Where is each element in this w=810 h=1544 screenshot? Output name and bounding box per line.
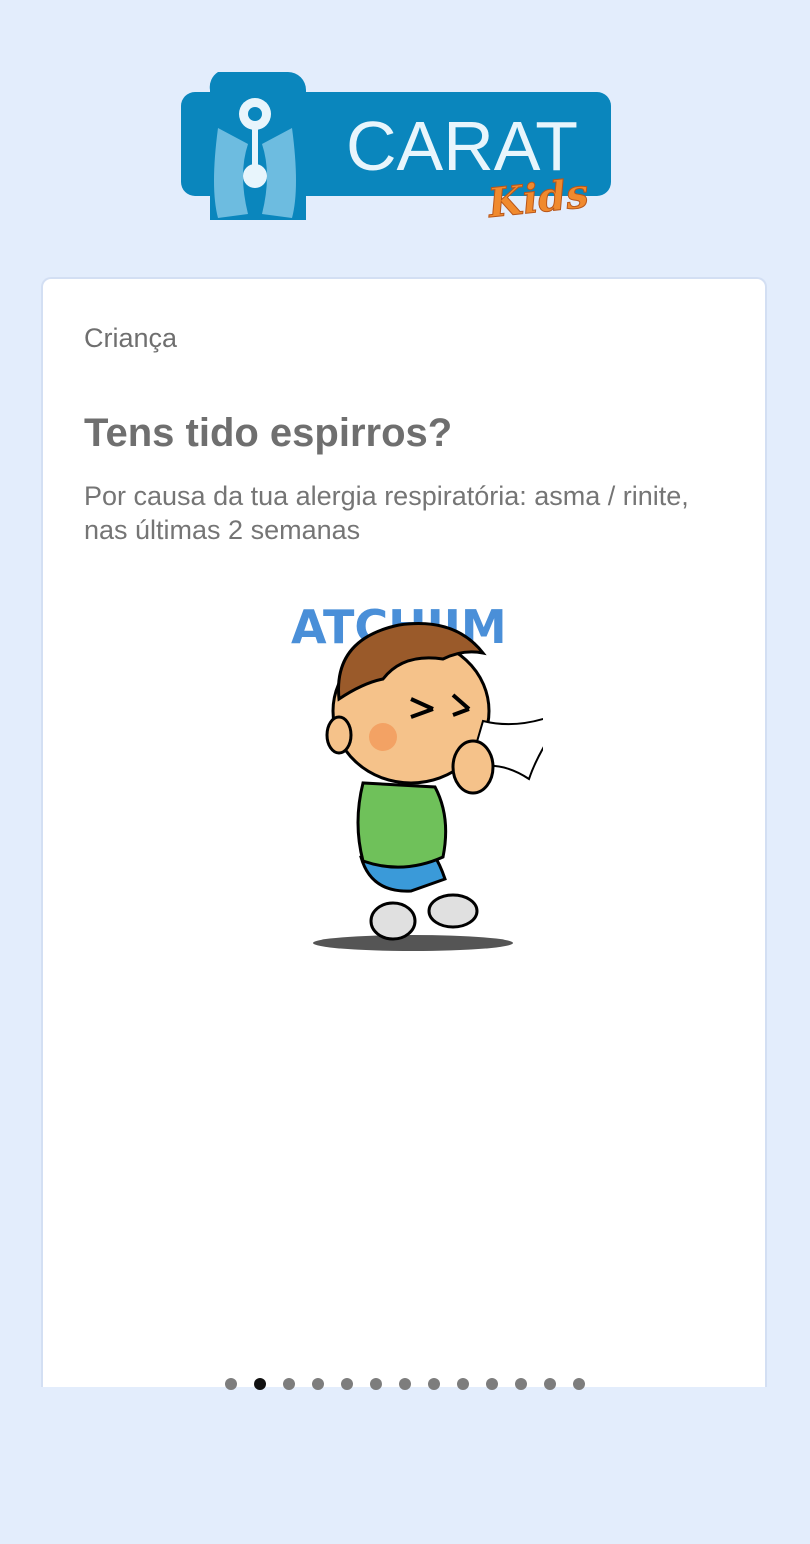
- logo-brand-text: CARAT: [346, 107, 578, 185]
- card-label: Criança: [84, 323, 178, 353]
- page-dot[interactable]: [457, 1378, 469, 1390]
- question-card: Criança Tens tido espirros? Por causa da…: [41, 277, 767, 1387]
- page-dot[interactable]: [544, 1378, 556, 1390]
- sneezing-boy-illustration: ATCHIIM: [283, 571, 570, 961]
- page-dot[interactable]: [312, 1378, 324, 1390]
- question-title: Tens tido espirros?: [84, 411, 453, 455]
- page-dot[interactable]: [370, 1378, 382, 1390]
- page-dot[interactable]: [399, 1378, 411, 1390]
- carat-kids-logo: CARAT Kids: [178, 68, 638, 228]
- question-subtitle: Por causa da tua alergia respiratória: a…: [84, 481, 689, 545]
- page-dot[interactable]: [283, 1378, 295, 1390]
- page-dot[interactable]: [486, 1378, 498, 1390]
- page-dot[interactable]: [341, 1378, 353, 1390]
- page-dot[interactable]: [515, 1378, 527, 1390]
- page-dot[interactable]: [225, 1378, 237, 1390]
- logo-sub-text: Kids: [485, 170, 591, 227]
- page-dot[interactable]: [573, 1378, 585, 1390]
- page-dot[interactable]: [254, 1378, 266, 1390]
- page-indicator: [0, 1378, 810, 1390]
- page-dot[interactable]: [428, 1378, 440, 1390]
